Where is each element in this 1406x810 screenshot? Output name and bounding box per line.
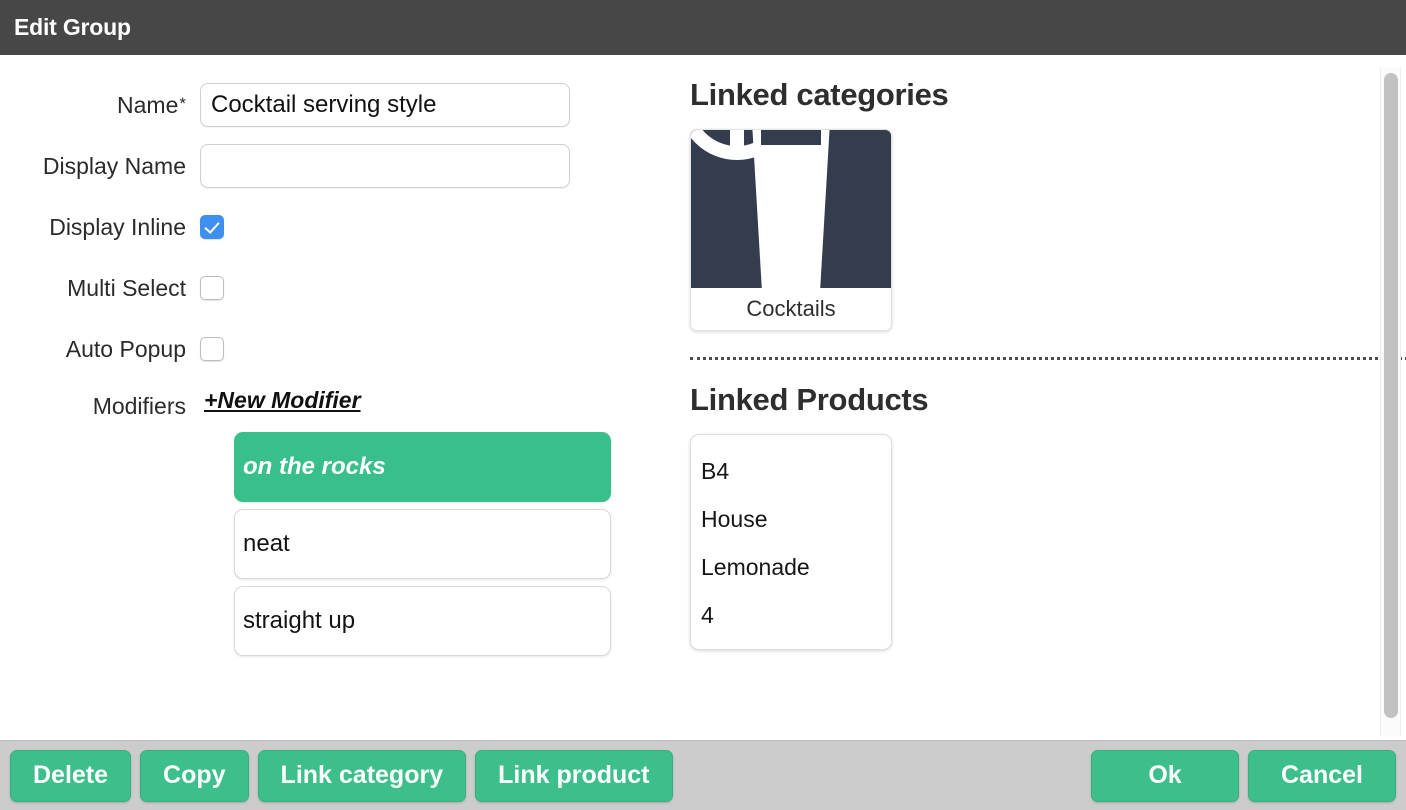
linked-items-scrollbar[interactable] [1380,67,1401,736]
name-input[interactable] [200,83,570,127]
linked-product-line: Lemonade [701,554,810,580]
link-category-button[interactable]: Link category [257,749,467,802]
linked-product-line: B4 [701,458,730,484]
field-row-multi-select: Multi Select [0,265,640,311]
multi-select-label: Multi Select [67,274,186,301]
field-row-name: Name* [0,82,640,128]
cocktail-glass-icon [691,130,891,288]
auto-popup-checkbox[interactable] [200,337,224,361]
linked-category-label: Cocktails [691,288,891,330]
linked-items-pane: Linked categories Cocktails Linked Produ… [640,55,1406,740]
linked-product-line: House [701,506,768,532]
linked-product-line: 4 [701,602,714,628]
dialog-content: Name* Display Name Display Inline Multi … [0,55,1406,740]
required-marker: * [179,93,186,113]
link-product-button[interactable]: Link product [475,749,673,802]
display-inline-checkbox[interactable] [200,215,224,239]
footer-left-actions: Delete Copy Link category Link product [10,749,673,802]
linked-category-tile[interactable]: Cocktails [690,129,892,331]
modifier-item[interactable]: straight up [234,586,611,656]
linked-products-title: Linked Products [690,382,929,417]
field-row-display-name: Display Name [0,143,640,189]
modifier-list: on the rocks neat straight up [234,432,611,656]
modifier-item[interactable]: on the rocks [234,432,611,502]
display-inline-label: Display Inline [49,213,186,240]
copy-button[interactable]: Copy [140,749,249,802]
name-label: Name* [0,92,200,119]
field-row-modifiers: Modifiers +New Modifier [0,387,640,420]
footer-right-actions: Ok Cancel [1091,749,1396,802]
name-label-text: Name [117,91,179,118]
display-name-input[interactable] [200,144,570,188]
modifier-item-label: neat [243,530,290,557]
linked-items-scrollbar-thumb[interactable] [1384,73,1398,718]
linked-products-grid: B4 House Lemonade 4 [690,434,1406,650]
cancel-button[interactable]: Cancel [1248,749,1396,802]
section-divider [690,357,1406,360]
modifier-item[interactable]: neat [234,509,611,579]
linked-product-card[interactable]: B4 House Lemonade 4 [690,434,892,650]
ok-button[interactable]: Ok [1091,749,1239,802]
linked-categories-grid: Cocktails [690,129,1406,331]
linked-categories-title: Linked categories [690,77,949,112]
dialog-footer: Delete Copy Link category Link product O… [0,740,1406,810]
field-row-display-inline: Display Inline [0,204,640,250]
dialog-titlebar: Edit Group [0,0,1406,55]
dialog-title: Edit Group [14,14,131,40]
group-form-pane: Name* Display Name Display Inline Multi … [0,55,640,740]
modifier-item-label: straight up [243,607,356,634]
multi-select-checkbox[interactable] [200,276,224,300]
modifiers-label: Modifiers [92,393,186,419]
modifier-item-label: on the rocks [243,453,386,480]
delete-button[interactable]: Delete [10,749,132,802]
auto-popup-label: Auto Popup [65,335,186,362]
display-name-label: Display Name [42,152,186,179]
new-modifier-link[interactable]: +New Modifier [200,387,361,414]
edit-group-dialog: Edit Group Name* Display Name Display In… [0,0,1406,810]
field-row-auto-popup: Auto Popup [0,326,640,372]
